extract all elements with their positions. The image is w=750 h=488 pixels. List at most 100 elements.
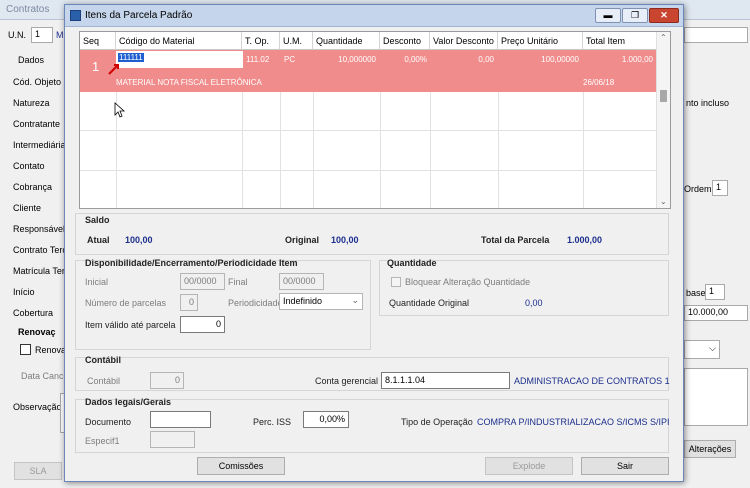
dados-legais-title: Dados legais/Gerais [85,397,172,407]
row-desconto: 0,00% [404,55,427,64]
saldo-title: Saldo [85,215,110,225]
amount-input[interactable]: 10.000,00 [684,305,748,321]
contabil-label: Contábil [87,376,121,386]
explode-button[interactable]: Explode [485,457,573,475]
periodicidade-label: Periodicidade [228,298,283,308]
row-description: MATERIAL NOTA FISCAL ELETRÔNICA [116,78,262,87]
background-title: Contratos [6,4,50,15]
saldo-original-label: Original [285,235,320,245]
tipo-operacao-value: COMPRA P/INDUSTRIALIZACAO S/ICMS S/IPI [477,417,670,427]
sair-button[interactable]: Sair [581,457,669,475]
bloquear-checkbox[interactable] [391,277,401,287]
contabil-title: Contábil [85,355,121,365]
periodicidade-select[interactable]: Indefinido ⌄ [279,293,363,310]
table-row-selected[interactable]: 1 111111 111.02 PC 10,000000 0,00% 0,00 … [80,50,657,92]
code-edit-cell[interactable]: 111111 [116,51,243,68]
col-header-top[interactable]: T. Op. [242,32,280,50]
background-field-label: Responsável [13,224,66,234]
col-header-valor-desconto[interactable]: Valor Desconto [430,32,498,50]
ordem-label: Ordem [684,184,712,194]
col-header-quantidade[interactable]: Quantidade [313,32,380,50]
renovacao-checkbox[interactable] [20,344,31,355]
base-input[interactable]: 1 [705,284,725,300]
especif1-input[interactable] [150,431,195,448]
bloquear-label: Bloquear Alteração Quantidade [405,277,531,287]
minimize-button[interactable]: ▬ [595,8,621,23]
renovacao-label: Renovaç [18,327,56,337]
quantidade-original-value: 0,00 [525,298,543,308]
items-grid[interactable]: Seq Código do Material T. Op. U.M. Quant… [79,31,671,209]
perc-iss-input[interactable]: 0,00% [303,411,349,428]
col-header-desconto[interactable]: Desconto [380,32,430,50]
conta-gerencial-input[interactable]: 8.1.1.1.04 [381,372,510,389]
background-field-label: Contratante [13,119,61,129]
scrollbar-thumb[interactable] [660,90,667,102]
final-input[interactable]: 00/0000 [279,273,324,290]
comissoes-button[interactable]: Comissões [197,457,285,475]
background-field-label: Natureza [13,98,50,108]
app-icon [70,10,81,21]
scroll-down-icon[interactable]: ⌄ [660,197,667,206]
col-header-um[interactable]: U.M. [280,32,313,50]
col-header-seq[interactable]: Seq [80,32,116,50]
row-valor-desconto: 0,00 [478,55,494,64]
background-field-label: Cobertura [13,308,54,318]
grid-scrollbar[interactable]: ⌃ ⌄ [656,32,670,208]
ordem-input[interactable]: 1 [712,180,728,196]
un-label: U.N. [8,30,26,40]
item-valido-input[interactable]: 0 [180,316,225,333]
num-parcelas-label: Número de parcelas [85,298,167,308]
periodicidade-value: Indefinido [283,296,323,306]
un-input[interactable]: 1 [31,27,53,43]
col-header-total-item[interactable]: Total Item [583,32,657,50]
item-valido-label: Item válido até parcela [85,320,176,330]
background-field-label: Contato [13,161,45,171]
contabil-input[interactable]: 0 [150,372,184,389]
saldo-section [75,213,669,255]
grid-divider [80,130,656,131]
alteracoes-button[interactable]: Alterações [684,440,736,458]
tipo-operacao-label: Tipo de Operação [401,417,473,427]
background-textarea[interactable] [684,368,748,426]
close-button[interactable]: ✕ [649,8,679,23]
row-seq: 1 [92,59,100,74]
data-cancelamento-label: Data Cance [21,371,69,381]
restore-button[interactable]: ❐ [622,8,648,23]
row-top: 111.02 [246,55,270,64]
background-top-right-input[interactable] [684,27,748,43]
especif1-label: Especif1 [85,436,120,446]
sla-button[interactable]: SLA [14,462,62,480]
renovacao-check-label: Renova [35,345,67,355]
documento-input[interactable] [150,411,211,428]
background-field-label: Matrícula Terc [13,266,70,276]
inicial-label: Inicial [85,277,109,287]
minimize-icon: ▬ [603,10,613,20]
tab-dados[interactable]: Dados [18,55,44,65]
total-parcela-label: Total da Parcela [481,235,550,245]
chevron-down-icon: ⌄ [351,295,359,305]
background-dropdown[interactable]: ⌵ [684,340,720,359]
background-field-label: Cobrança [13,182,53,192]
close-icon: ✕ [660,10,668,20]
row-total-item: 1.000,00 [621,55,653,64]
scroll-up-icon[interactable]: ⌃ [660,33,667,42]
conta-gerencial-description: ADMINISTRACAO DE CONTRATOS 1 [514,376,670,386]
row-um: PC [284,55,296,64]
col-header-codigo[interactable]: Código do Material [116,32,242,50]
background-field-label: Início [13,287,35,297]
code-input[interactable]: 111111 [118,53,144,62]
observacao-label: Observação [13,402,62,412]
disponibilidade-title: Disponibilidade/Encerramento/Periodicida… [85,258,298,268]
num-parcelas-input[interactable]: 0 [180,294,198,311]
saldo-original-value: 100,00 [331,235,359,245]
inicial-input[interactable]: 00/0000 [180,273,225,290]
background-field-label: Intermediária [13,140,66,150]
saldo-atual-label: Atual [87,235,110,245]
col-header-preco-unitario[interactable]: Preço Unitário [498,32,583,50]
dialog-title-bar: Itens da Parcela Padrão ▬ ❐ ✕ [65,5,683,27]
dialog-title: Itens da Parcela Padrão [85,10,193,21]
row-quantidade: 10,000000 [338,55,376,64]
row-preco-unitario: 100,00000 [541,55,579,64]
right-text: nto incluso [686,98,730,108]
final-label: Final [228,277,248,287]
